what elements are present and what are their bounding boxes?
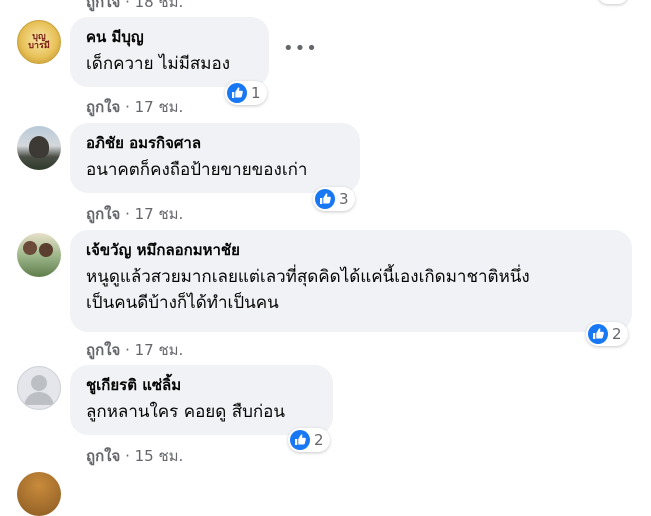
- like-thumb-icon: [227, 83, 247, 103]
- avatar[interactable]: [17, 472, 61, 516]
- comment-actions: ถูกใจ · 15 ชม.: [86, 444, 183, 468]
- comment-actions: ถูกใจ · 17 ชม.: [86, 338, 183, 362]
- like-link[interactable]: ถูกใจ: [86, 205, 120, 223]
- avatar[interactable]: [17, 233, 61, 277]
- like-thumb-icon: [290, 430, 310, 450]
- reaction-count[interactable]: 2: [586, 322, 628, 346]
- prev-comment-actions: ถูกใจ · 18 ชม.: [86, 0, 183, 14]
- like-link[interactable]: ถูกใจ: [86, 0, 120, 11]
- like-link[interactable]: ถูกใจ: [86, 98, 120, 116]
- comment-bubble: ชูเกียรติ แซ่ลิ้ม ลูกหลานใคร คอยดู สืบก่…: [70, 365, 333, 435]
- comment-actions: ถูกใจ · 17 ชม.: [86, 95, 183, 119]
- comment-bubble: อภิชัย อมรกิจศาล อนาคตก็คงถือป้ายขายของเ…: [70, 123, 360, 193]
- avatar-figure: [23, 241, 37, 255]
- reaction-number: 3: [339, 190, 349, 208]
- like-thumb-icon: [588, 324, 608, 344]
- comment-text: อนาคตก็คงถือป้ายขายของเก่า: [86, 160, 308, 180]
- reaction-count[interactable]: 1: [225, 81, 267, 105]
- reaction-number: 2: [314, 431, 324, 449]
- comment-time: · 17 ชม.: [125, 341, 184, 359]
- avatar[interactable]: [17, 126, 61, 170]
- comment-time: · 15 ชม.: [125, 447, 184, 465]
- avatar-figure: [29, 136, 49, 158]
- like-link[interactable]: ถูกใจ: [86, 447, 120, 465]
- reaction-count[interactable]: 2: [288, 428, 330, 452]
- comment-text: ลูกหลานใคร คอยดู สืบก่อน: [86, 402, 285, 422]
- prev-reaction-edge: [598, 0, 628, 4]
- commenter-name[interactable]: คน มีบุญ: [86, 27, 255, 47]
- comment-time: · 17 ชม.: [125, 98, 184, 116]
- default-user-icon: [24, 375, 54, 405]
- avatar[interactable]: [17, 366, 61, 410]
- comment-bubble: คน มีบุญ เด็กควาย ไม่มีสมอง: [70, 17, 269, 87]
- commenter-name[interactable]: อภิชัย อมรกิจศาล: [86, 133, 346, 153]
- comment-bubble: เจ้ขวัญ หมึกลอกมหาชัย หนูดูแล้วสวยมากเลย…: [70, 230, 632, 332]
- reaction-number: 2: [612, 325, 622, 343]
- avatar[interactable]: บุญ บารมี: [17, 20, 61, 64]
- avatar-figure: [39, 243, 53, 257]
- more-options-icon[interactable]: •••: [283, 40, 317, 66]
- comment-time: · 17 ชม.: [125, 205, 184, 223]
- commenter-name[interactable]: เจ้ขวัญ หมึกลอกมหาชัย: [86, 240, 618, 260]
- comment-time: · 18 ชม.: [125, 0, 184, 11]
- commenter-name[interactable]: ชูเกียรติ แซ่ลิ้ม: [86, 375, 319, 395]
- comment-text: เด็กควาย ไม่มีสมอง: [86, 54, 231, 74]
- comment-text-line: เป็นคนดีบ้างก็ได้ทำเป็นคน: [86, 293, 279, 313]
- like-thumb-icon: [315, 189, 335, 209]
- avatar-seal-text: บุญ บารมี: [28, 32, 50, 51]
- like-link[interactable]: ถูกใจ: [86, 341, 120, 359]
- comment-actions: ถูกใจ · 17 ชม.: [86, 202, 183, 226]
- comment-text-line: หนูดูแล้วสวยมากเลยแต่เลวที่สุดคิดได้แค่น…: [86, 267, 530, 287]
- reaction-count[interactable]: 3: [313, 187, 355, 211]
- reaction-number: 1: [251, 84, 261, 102]
